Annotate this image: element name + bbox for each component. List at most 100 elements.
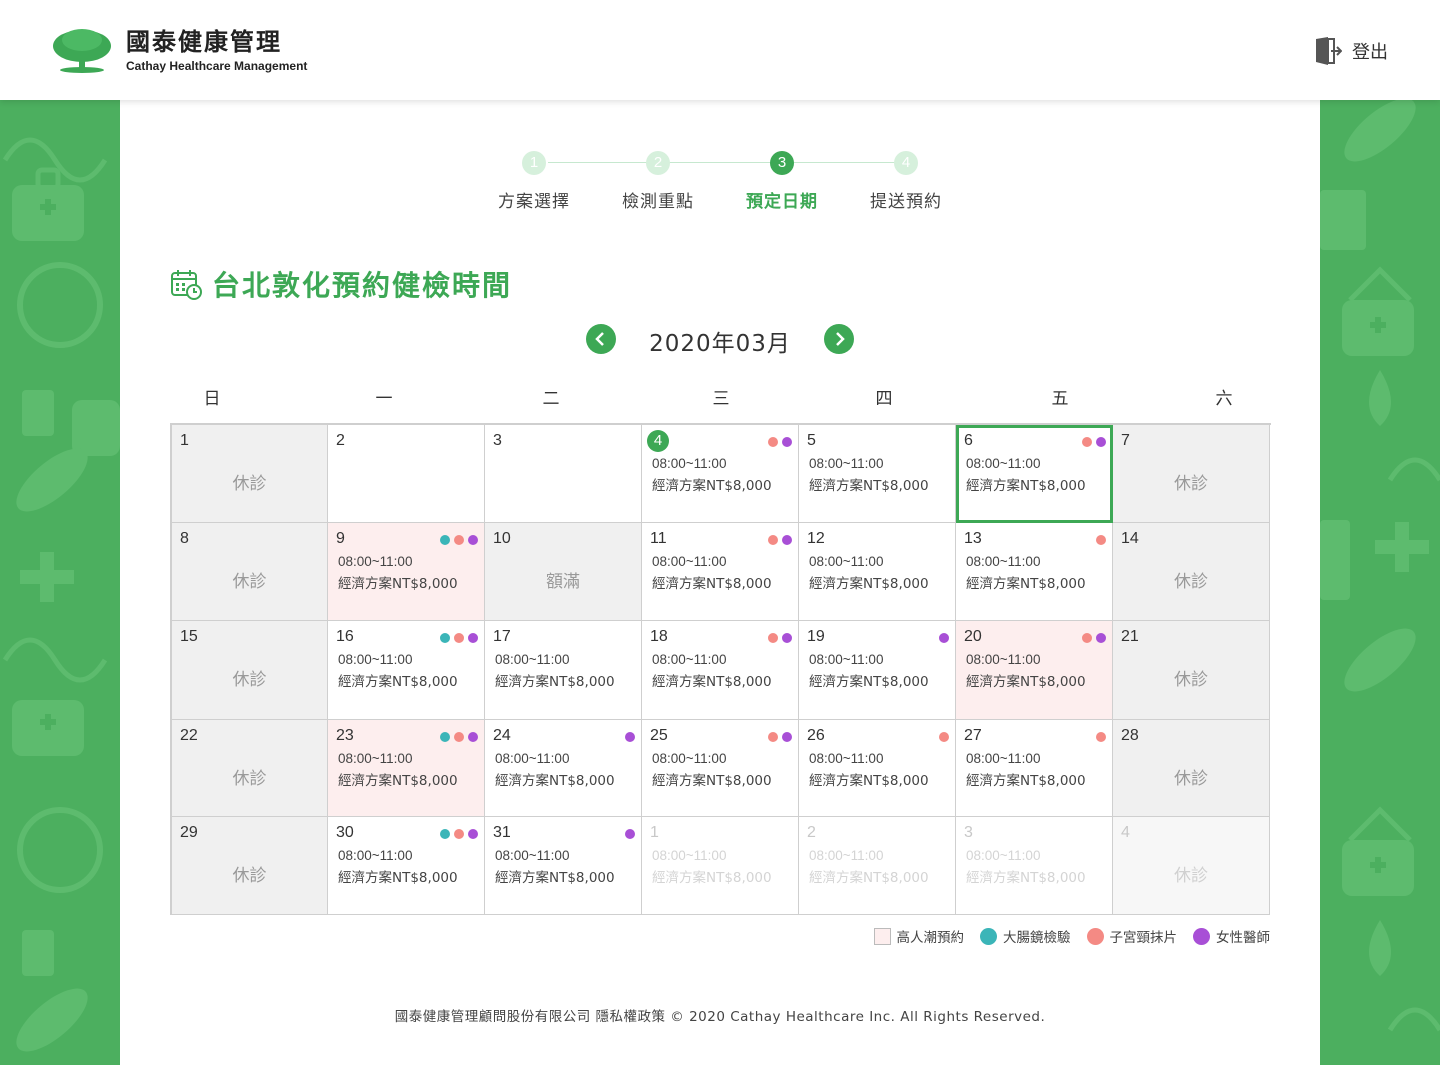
slot-plan-price: 經濟方案NT$8,000 (495, 870, 615, 886)
service-dots (436, 829, 478, 839)
calendar-day-cell[interactable]: 4 08:00~11:00 經濟方案NT$8,000 (642, 425, 799, 523)
slot-plan-price: 經濟方案NT$8,000 (809, 478, 929, 494)
slot-time: 08:00~11:00 (966, 456, 1041, 471)
today-day-number: 4 (647, 430, 669, 452)
calendar-day-cell[interactable]: 9 08:00~11:00 經濟方案NT$8,000 (328, 523, 485, 621)
purple-dot-icon (782, 437, 792, 447)
slot-time: 08:00~11:00 (966, 554, 1041, 569)
slot-time: 08:00~11:00 (652, 456, 727, 471)
day-number: 2 (336, 432, 345, 449)
calendar-day-cell: 3 08:00~11:00 經濟方案NT$8,000 (956, 817, 1113, 915)
closed-label: 休診 (232, 572, 267, 592)
logout-label: 登出 (1352, 42, 1388, 63)
purple-dot-icon (625, 732, 635, 742)
slot-time: 08:00~11:00 (652, 848, 727, 863)
day-number: 27 (964, 727, 982, 744)
day-number: 5 (807, 432, 816, 449)
calendar-day-cell[interactable]: 11 08:00~11:00 經濟方案NT$8,000 (642, 523, 799, 621)
service-dots (1092, 535, 1106, 545)
step-label: 檢測重點 (622, 192, 694, 212)
prev-month-button[interactable] (586, 324, 616, 354)
calendar-day-cell[interactable]: 23 08:00~11:00 經濟方案NT$8,000 (328, 720, 485, 817)
left-pattern-background (0, 100, 120, 1065)
day-number: 20 (964, 628, 982, 645)
calendar-day-cell: 4 休診 (1113, 817, 1270, 915)
closed-label: 休診 (1174, 572, 1208, 592)
right-pattern-background (1320, 100, 1440, 1065)
step-progress: 1 方案選擇 2 檢測重點 3 預定日期 4 提送預約 (120, 148, 1320, 218)
logo-text-en: Cathay Healthcare Management (126, 59, 308, 73)
teal-legend-icon (980, 927, 997, 945)
logout-button[interactable]: 登出 (1314, 36, 1388, 66)
closed-label: 休診 (232, 474, 267, 494)
calendar-day-cell[interactable]: 6 08:00~11:00 經濟方案NT$8,000 (956, 425, 1113, 523)
calendar-day-cell[interactable]: 27 08:00~11:00 經濟方案NT$8,000 (956, 720, 1113, 817)
legend-item: 女性醫師 (1193, 926, 1270, 946)
tree-logo-icon (53, 29, 111, 73)
calendar-day-cell[interactable]: 25 08:00~11:00 經濟方案NT$8,000 (642, 720, 799, 817)
footer-text: 國泰健康管理顧問股份有限公司 隱私權政策 © 2020 Cathay Healt… (394, 1009, 1046, 1025)
salmon-dot-icon (1096, 732, 1106, 742)
step-1[interactable]: 1 方案選擇 (484, 148, 584, 212)
calendar-day-cell: 3 (485, 425, 642, 523)
calendar-day-cell[interactable]: 12 08:00~11:00 經濟方案NT$8,000 (799, 523, 956, 621)
calendar-day-cell[interactable]: 26 08:00~11:00 經濟方案NT$8,000 (799, 720, 956, 817)
service-dots (764, 633, 792, 643)
slot-time: 08:00~11:00 (809, 848, 884, 863)
day-number: 15 (180, 628, 198, 645)
slot-plan-price: 經濟方案NT$8,000 (966, 773, 1086, 789)
salmon-dot-icon (454, 732, 464, 742)
weekday-sat: 六 (1215, 389, 1233, 409)
slot-plan-price: 經濟方案NT$8,000 (809, 773, 929, 789)
calendar-day-cell: 15 休診 (172, 621, 328, 720)
calendar-day-cell: 14 休診 (1113, 523, 1270, 621)
weekday-tue: 二 (542, 389, 560, 409)
calendar-day-cell[interactable]: 20 08:00~11:00 經濟方案NT$8,000 (956, 621, 1113, 720)
cathay-logo[interactable]: 國泰健康管理 Cathay Healthcare Management (52, 28, 307, 74)
calendar-day-cell[interactable]: 30 08:00~11:00 經濟方案NT$8,000 (328, 817, 485, 915)
header: 國泰健康管理 Cathay Healthcare Management 登出 (0, 0, 1440, 100)
step-4[interactable]: 4 提送預約 (856, 148, 956, 212)
day-number: 21 (1121, 628, 1139, 645)
day-number: 4 (1121, 824, 1130, 841)
purple-dot-icon (468, 535, 478, 545)
calendar-day-cell: 1 08:00~11:00 經濟方案NT$8,000 (642, 817, 799, 915)
month-navigator: 2020年03月 (586, 322, 856, 357)
legend-label: 子宮頸抹片 (1109, 930, 1178, 946)
closed-label: 休診 (232, 866, 267, 886)
service-dots (621, 732, 635, 742)
day-number: 30 (336, 824, 354, 841)
salmon-dot-icon (939, 732, 949, 742)
day-number: 9 (336, 530, 345, 547)
day-number: 2 (807, 824, 816, 841)
main-panel: 1 方案選擇 2 檢測重點 3 預定日期 4 提送預約 台北敦化預約健檢時間 2… (120, 100, 1320, 1065)
legend-item: 高人潮預約 (873, 926, 964, 946)
calendar-day-cell: 1 休診 (172, 425, 328, 523)
calendar-day-cell[interactable]: 18 08:00~11:00 經濟方案NT$8,000 (642, 621, 799, 720)
salmon-dot-icon (1096, 535, 1106, 545)
service-dots (935, 633, 949, 643)
calendar-day-cell[interactable]: 5 08:00~11:00 經濟方案NT$8,000 (799, 425, 956, 523)
slot-plan-price: 經濟方案NT$8,000 (966, 576, 1086, 592)
slot-plan-price: 經濟方案NT$8,000 (809, 674, 929, 690)
purple-dot-icon (625, 829, 635, 839)
calendar-day-cell[interactable]: 17 08:00~11:00 經濟方案NT$8,000 (485, 621, 642, 720)
calendar-day-cell[interactable]: 31 08:00~11:00 經濟方案NT$8,000 (485, 817, 642, 915)
purple-dot-icon (1096, 633, 1106, 643)
next-month-button[interactable] (824, 324, 854, 354)
service-dots (1078, 437, 1106, 447)
calendar-grid: 1 休診 2 3 4 08:00~11:00 經濟方案NT$8,000 5 08:00~11:0… (170, 423, 1271, 915)
salmon-dot-icon (454, 829, 464, 839)
purple-dot-icon (782, 535, 792, 545)
calendar-day-cell[interactable]: 16 08:00~11:00 經濟方案NT$8,000 (328, 621, 485, 720)
step-2[interactable]: 2 檢測重點 (608, 148, 708, 212)
calendar-day-cell[interactable]: 24 08:00~11:00 經濟方案NT$8,000 (485, 720, 642, 817)
weekday-header: 日 一 二 三 四 五 六 (170, 384, 1270, 410)
closed-label: 休診 (1174, 474, 1208, 494)
logout-door-icon (1316, 37, 1342, 65)
step-3[interactable]: 3 預定日期 (732, 148, 832, 212)
service-dots (1078, 633, 1106, 643)
logo-text-zh: 國泰健康管理 (126, 28, 282, 56)
calendar-day-cell[interactable]: 19 08:00~11:00 經濟方案NT$8,000 (799, 621, 956, 720)
calendar-day-cell[interactable]: 13 08:00~11:00 經濟方案NT$8,000 (956, 523, 1113, 621)
